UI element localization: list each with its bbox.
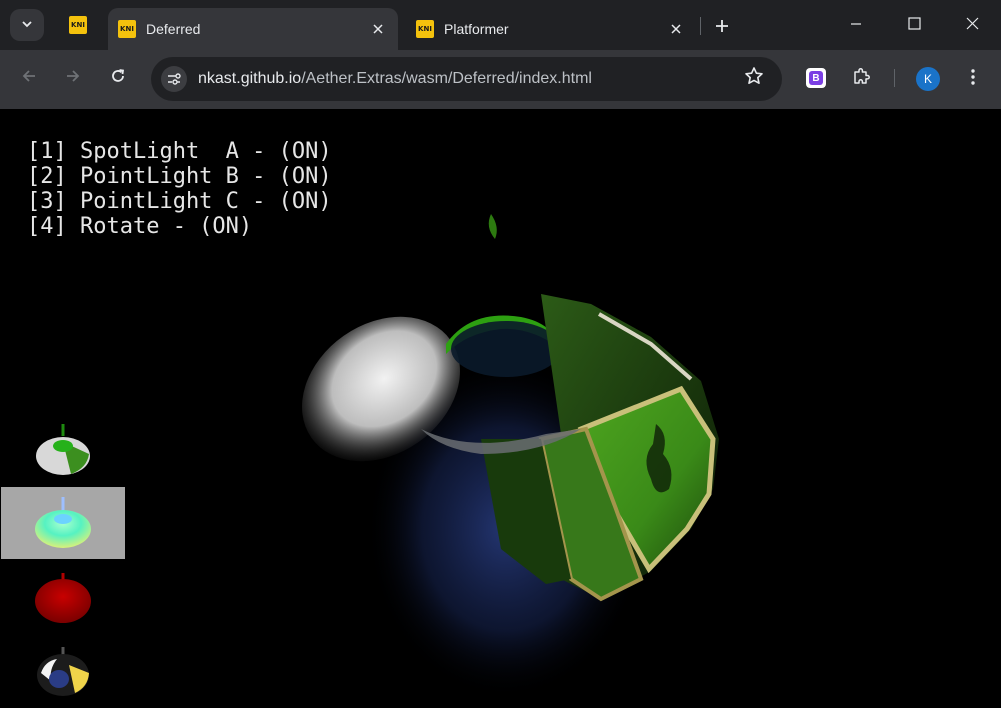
- tab-separator: [700, 17, 701, 35]
- depth-preview: [35, 573, 91, 623]
- tab-title: Deferred: [146, 21, 201, 37]
- maximize-button[interactable]: [885, 0, 943, 50]
- minimize-icon: [850, 15, 862, 35]
- kni-favicon-icon: KNI: [69, 16, 87, 34]
- menu-button[interactable]: [962, 66, 984, 92]
- bookmark-button[interactable]: [742, 67, 766, 91]
- close-icon[interactable]: [666, 19, 686, 39]
- favicon-text: KNI: [71, 21, 85, 29]
- profile-avatar[interactable]: K: [916, 67, 940, 91]
- hud-line: [1] SpotLight A - (ON): [27, 139, 332, 164]
- plus-icon: [715, 13, 729, 39]
- address-bar[interactable]: nkast.github.io/Aether.Extras/wasm/Defer…: [151, 57, 782, 101]
- hud-line: [4] Rotate - (ON): [27, 214, 253, 239]
- favicon-text: KNI: [418, 25, 432, 33]
- diffuse-preview: [36, 424, 90, 475]
- url-path: /Aether.Extras/wasm/Deferred/index.html: [301, 70, 592, 87]
- forward-icon: [65, 68, 81, 90]
- controls-hud: [1] SpotLight A - (ON) [2] PointLight B -…: [27, 139, 332, 239]
- back-button[interactable]: [14, 64, 44, 94]
- puzzle-icon: [852, 66, 872, 91]
- tab-pinned[interactable]: KNI: [56, 10, 100, 40]
- tab-platformer[interactable]: KNI Platformer: [406, 8, 696, 50]
- reload-button[interactable]: [103, 64, 133, 94]
- tab-search-button[interactable]: [10, 9, 44, 41]
- hud-line: [2] PointLight B - (ON): [27, 164, 332, 189]
- extensions-button[interactable]: [850, 66, 874, 90]
- chevron-down-icon: [21, 17, 33, 33]
- tab-deferred[interactable]: KNI Deferred: [108, 8, 398, 50]
- light-preview: [37, 647, 89, 696]
- site-settings-icon[interactable]: [161, 66, 187, 92]
- game-canvas[interactable]: [1] SpotLight A - (ON) [2] PointLight B -…: [1, 109, 1000, 707]
- star-icon: [744, 66, 764, 92]
- extension-button[interactable]: B: [806, 68, 826, 88]
- normal-preview: [35, 497, 91, 548]
- tab-title: Platformer: [444, 21, 509, 37]
- inner-shadow: [451, 321, 561, 377]
- forward-button[interactable]: [58, 64, 88, 94]
- reload-icon: [110, 68, 126, 90]
- close-icon: [966, 15, 979, 35]
- thumb-diffuse[interactable]: [1, 416, 125, 488]
- favicon-text: KNI: [120, 25, 134, 33]
- thumb-light[interactable]: [1, 635, 125, 707]
- hud-line: [3] PointLight C - (ON): [27, 189, 332, 214]
- spire-tip: [488, 214, 497, 239]
- url-text[interactable]: nkast.github.io/Aether.Extras/wasm/Defer…: [198, 70, 592, 88]
- kebab-menu-icon: [971, 68, 975, 91]
- extension-label: B: [809, 71, 823, 85]
- window-close-button[interactable]: [943, 0, 1001, 50]
- maximize-icon: [907, 15, 921, 35]
- url-host: nkast.github.io: [198, 70, 302, 87]
- back-icon: [21, 68, 37, 90]
- new-tab-button[interactable]: [708, 12, 736, 40]
- thumb-depth[interactable]: [1, 563, 125, 635]
- toolbar-separator: [894, 69, 895, 87]
- close-icon[interactable]: [368, 19, 388, 39]
- browser-chrome: KNI KNI Deferred KNI Platformer nkast.gi…: [0, 0, 1001, 109]
- minimize-button-real[interactable]: [827, 0, 885, 50]
- kni-favicon-icon: KNI: [416, 20, 434, 38]
- thumb-normal[interactable]: [1, 487, 125, 559]
- kni-favicon-icon: KNI: [118, 20, 136, 38]
